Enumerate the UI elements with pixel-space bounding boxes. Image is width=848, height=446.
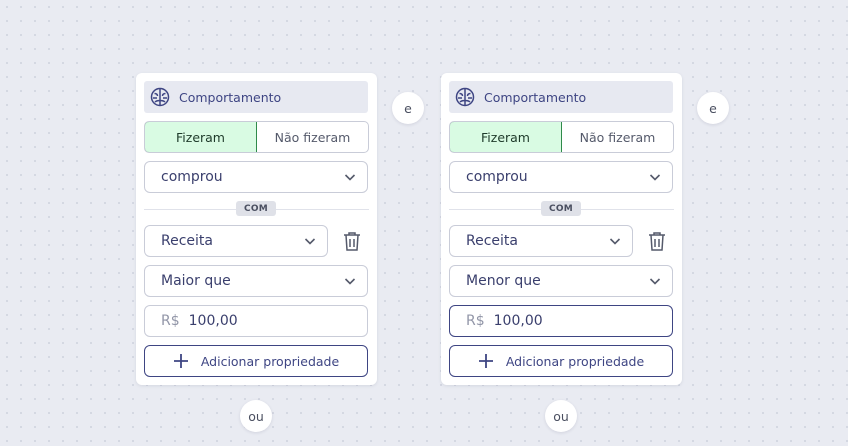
and-connector-button[interactable]: e bbox=[697, 92, 729, 124]
amount-input[interactable]: R$ 100,00 bbox=[144, 305, 368, 337]
add-property-button[interactable]: Adicionar propriedade bbox=[449, 345, 673, 377]
card-header: Comportamento bbox=[449, 81, 673, 113]
behavior-card-1: Comportamento Fizeram Não fizeram compro… bbox=[136, 73, 377, 385]
operator-value: Maior que bbox=[161, 273, 231, 289]
did-not-option[interactable]: Não fizeram bbox=[562, 122, 673, 152]
chevron-down-icon bbox=[608, 234, 622, 248]
did-not-option[interactable]: Não fizeram bbox=[257, 122, 368, 152]
property-select[interactable]: Receita bbox=[144, 225, 328, 257]
card-title: Comportamento bbox=[179, 89, 282, 105]
behavior-card-2: Comportamento Fizeram Não fizeram compro… bbox=[441, 73, 682, 385]
with-badge: COM bbox=[236, 201, 276, 216]
event-value: comprou bbox=[466, 169, 528, 185]
brain-icon bbox=[455, 87, 475, 107]
chevron-down-icon bbox=[648, 274, 662, 288]
did-option[interactable]: Fizeram bbox=[450, 122, 562, 152]
chevron-down-icon bbox=[343, 170, 357, 184]
property-value: Receita bbox=[466, 233, 518, 249]
operator-select[interactable]: Maior que bbox=[144, 265, 368, 297]
chevron-down-icon bbox=[303, 234, 317, 248]
or-connector-button[interactable]: ou bbox=[545, 400, 577, 432]
trash-icon[interactable] bbox=[341, 230, 363, 252]
add-property-button[interactable]: Adicionar propriedade bbox=[144, 345, 368, 377]
with-badge: COM bbox=[541, 201, 581, 216]
amount-value: 100,00 bbox=[188, 313, 238, 329]
and-connector-button[interactable]: e bbox=[392, 92, 424, 124]
did-toggle: Fizeram Não fizeram bbox=[449, 121, 674, 153]
operator-value: Menor que bbox=[466, 273, 541, 289]
property-value: Receita bbox=[161, 233, 213, 249]
add-property-label: Adicionar propriedade bbox=[505, 353, 645, 369]
did-toggle: Fizeram Não fizeram bbox=[144, 121, 369, 153]
amount-value: 100,00 bbox=[493, 313, 543, 329]
event-value: comprou bbox=[161, 169, 223, 185]
brain-icon bbox=[150, 87, 170, 107]
chevron-down-icon bbox=[648, 170, 662, 184]
plus-icon bbox=[478, 353, 494, 369]
amount-input[interactable]: R$ 100,00 bbox=[449, 305, 673, 337]
card-title: Comportamento bbox=[484, 89, 587, 105]
event-select[interactable]: comprou bbox=[449, 161, 673, 193]
add-property-label: Adicionar propriedade bbox=[200, 353, 340, 369]
or-connector-button[interactable]: ou bbox=[240, 400, 272, 432]
card-header: Comportamento bbox=[144, 81, 368, 113]
trash-icon[interactable] bbox=[646, 230, 668, 252]
operator-select[interactable]: Menor que bbox=[449, 265, 673, 297]
property-select[interactable]: Receita bbox=[449, 225, 633, 257]
chevron-down-icon bbox=[343, 274, 357, 288]
currency-prefix: R$ bbox=[161, 313, 180, 329]
did-option[interactable]: Fizeram bbox=[145, 122, 257, 152]
event-select[interactable]: comprou bbox=[144, 161, 368, 193]
currency-prefix: R$ bbox=[466, 313, 485, 329]
plus-icon bbox=[173, 353, 189, 369]
